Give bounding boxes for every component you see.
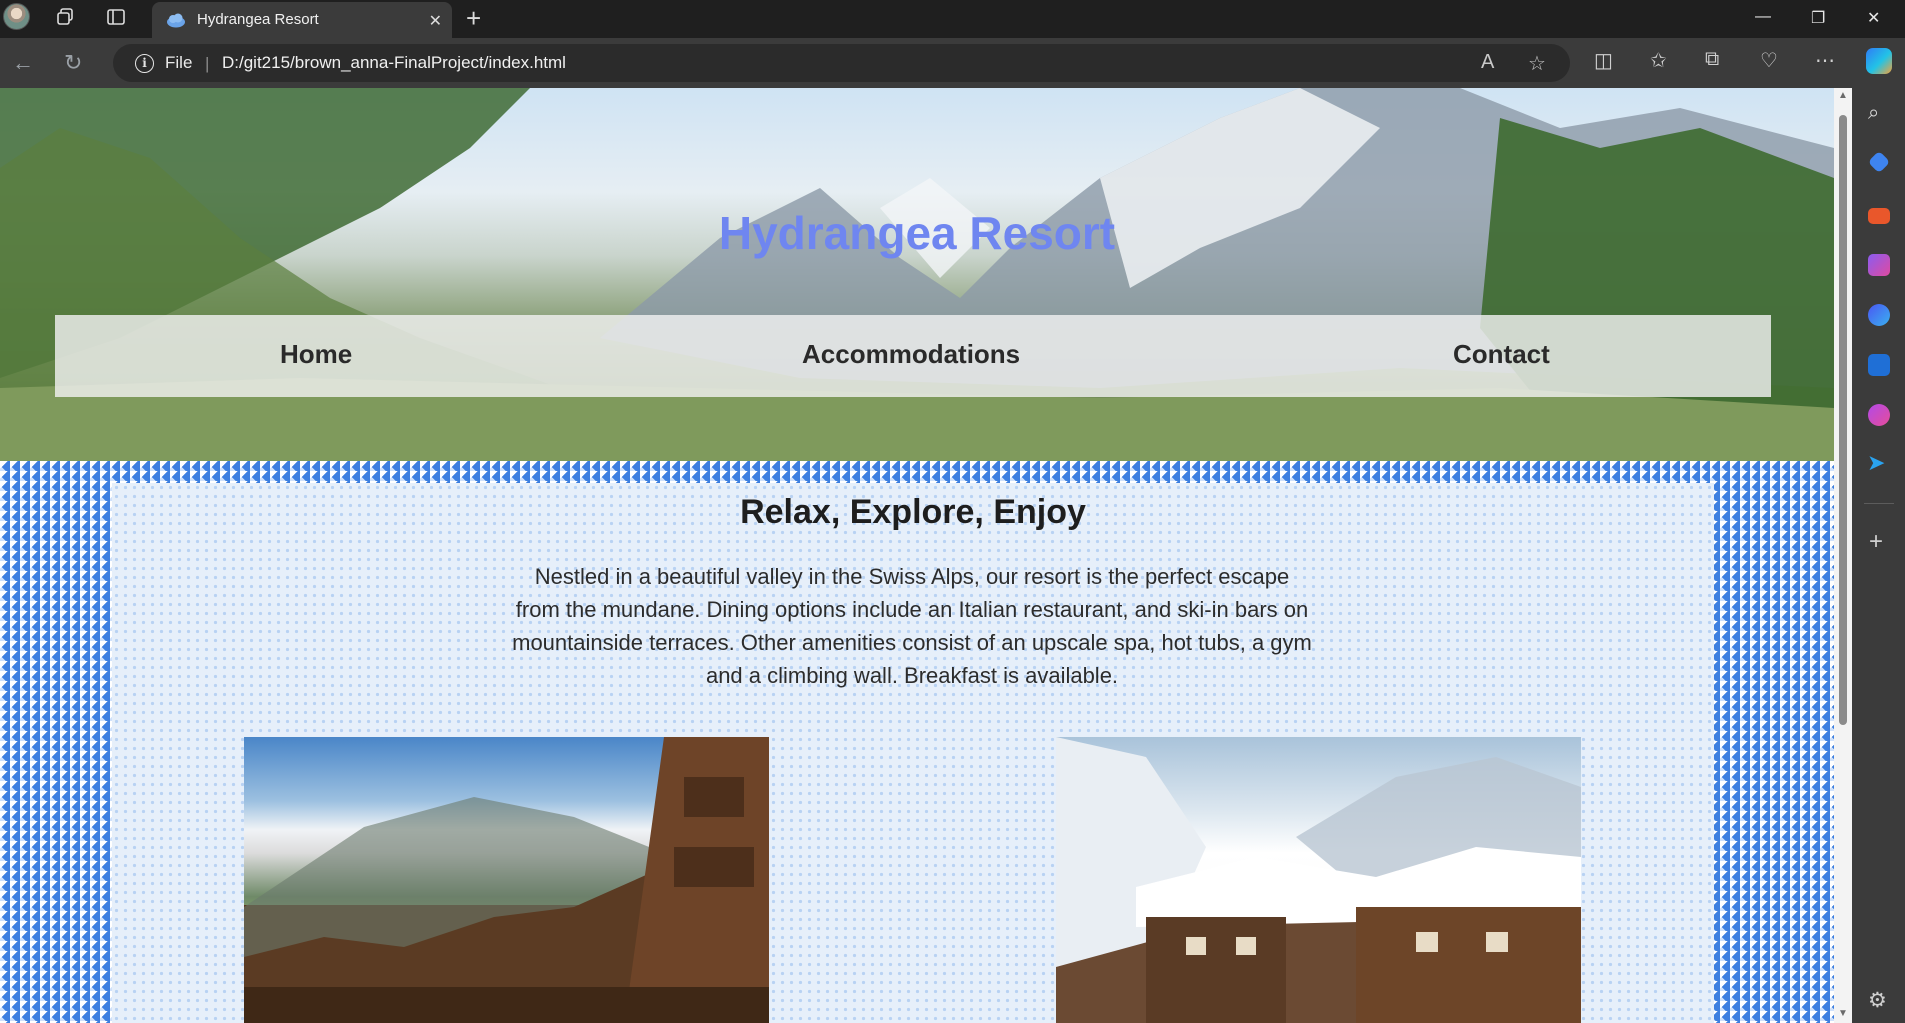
nav-link-contact[interactable]: Contact <box>1453 339 1550 370</box>
close-window-icon[interactable]: ✕ <box>1867 8 1880 28</box>
split-screen-icon[interactable]: ◫ <box>1594 48 1613 73</box>
mountain-landscape <box>0 88 1834 461</box>
workspaces-icon[interactable] <box>54 6 76 28</box>
hero-banner: Hydrangea Resort Home Accommodations Con… <box>0 88 1834 461</box>
address-toolbar: ← ↻ i File | D:/git215/brown_anna-FinalP… <box>0 38 1905 88</box>
tab-title: Hydrangea Resort <box>197 11 319 28</box>
refresh-icon[interactable]: ↻ <box>64 50 82 76</box>
close-tab-icon[interactable]: ✕ <box>429 11 442 31</box>
patterned-background: Relax, Explore, Enjoy Nestled in a beaut… <box>0 461 1834 1023</box>
outlook-icon[interactable] <box>1868 354 1890 376</box>
scroll-up-icon[interactable]: ▲ <box>1838 90 1848 101</box>
toolbox-icon[interactable] <box>1868 208 1890 224</box>
heartbeat-icon[interactable]: ♡ <box>1760 48 1778 73</box>
vertical-tabs-icon[interactable] <box>105 6 127 28</box>
snowy-village-photo <box>1056 737 1581 1023</box>
resort-description: Nestled in a beautiful valley in the Swi… <box>512 564 1312 688</box>
minimize-icon[interactable]: — <box>1755 8 1771 26</box>
page-viewport: Hydrangea Resort Home Accommodations Con… <box>0 88 1834 1023</box>
active-tab[interactable]: Hydrangea Resort ✕ <box>152 2 452 38</box>
designer-icon[interactable] <box>1868 404 1890 426</box>
info-icon[interactable]: i <box>135 54 154 73</box>
add-icon[interactable]: + <box>1869 528 1883 556</box>
cloud-favicon-icon <box>167 13 185 28</box>
scroll-thumb[interactable] <box>1839 115 1847 725</box>
favorites-icon[interactable]: ✩ <box>1650 48 1667 73</box>
profile-avatar[interactable] <box>3 3 30 30</box>
collections-icon[interactable]: ⧉ <box>1705 48 1719 71</box>
content-section: Relax, Explore, Enjoy Nestled in a beaut… <box>112 483 1714 1023</box>
new-tab-icon[interactable]: + <box>466 5 481 31</box>
more-icon[interactable]: ⋯ <box>1815 48 1835 73</box>
back-icon[interactable]: ← <box>12 50 34 76</box>
scroll-down-icon[interactable]: ▼ <box>1838 1008 1848 1019</box>
settings-icon[interactable]: ⚙ <box>1868 988 1887 1013</box>
restore-icon[interactable]: ❐ <box>1811 8 1825 28</box>
games-icon[interactable] <box>1868 254 1890 276</box>
page-scrollbar[interactable]: ▲ ▼ <box>1834 88 1852 1023</box>
shopping-icon[interactable] <box>1868 304 1890 326</box>
browser-sidebar: ⌕ ➤ + ⚙ <box>1852 88 1905 1023</box>
tag-icon[interactable] <box>1867 150 1891 174</box>
scheme-label: File <box>165 53 193 72</box>
section-heading: Relax, Explore, Enjoy <box>740 493 1086 531</box>
copilot-icon[interactable] <box>1866 48 1892 74</box>
address-separator: | <box>205 54 210 73</box>
alpine-village-photo <box>244 737 769 1023</box>
site-title: Hydrangea Resort <box>718 207 1116 259</box>
send-icon[interactable]: ➤ <box>1867 450 1885 476</box>
url-text[interactable]: D:/git215/brown_anna-FinalProject/index.… <box>222 53 566 73</box>
address-bar[interactable]: i File | D:/git215/brown_anna-FinalProje… <box>113 44 1570 82</box>
nav-link-home[interactable]: Home <box>280 339 352 370</box>
favorite-star-icon[interactable]: ☆ <box>1528 51 1546 76</box>
search-icon[interactable]: ⌕ <box>1868 102 1879 125</box>
sidebar-divider <box>1864 503 1894 504</box>
main-navigation: Home Accommodations Contact <box>55 315 1771 397</box>
read-aloud-icon[interactable]: A <box>1481 51 1494 74</box>
nav-link-accommodations[interactable]: Accommodations <box>802 339 1020 370</box>
tab-bar: Hydrangea Resort ✕ + — ❐ ✕ <box>0 0 1905 38</box>
